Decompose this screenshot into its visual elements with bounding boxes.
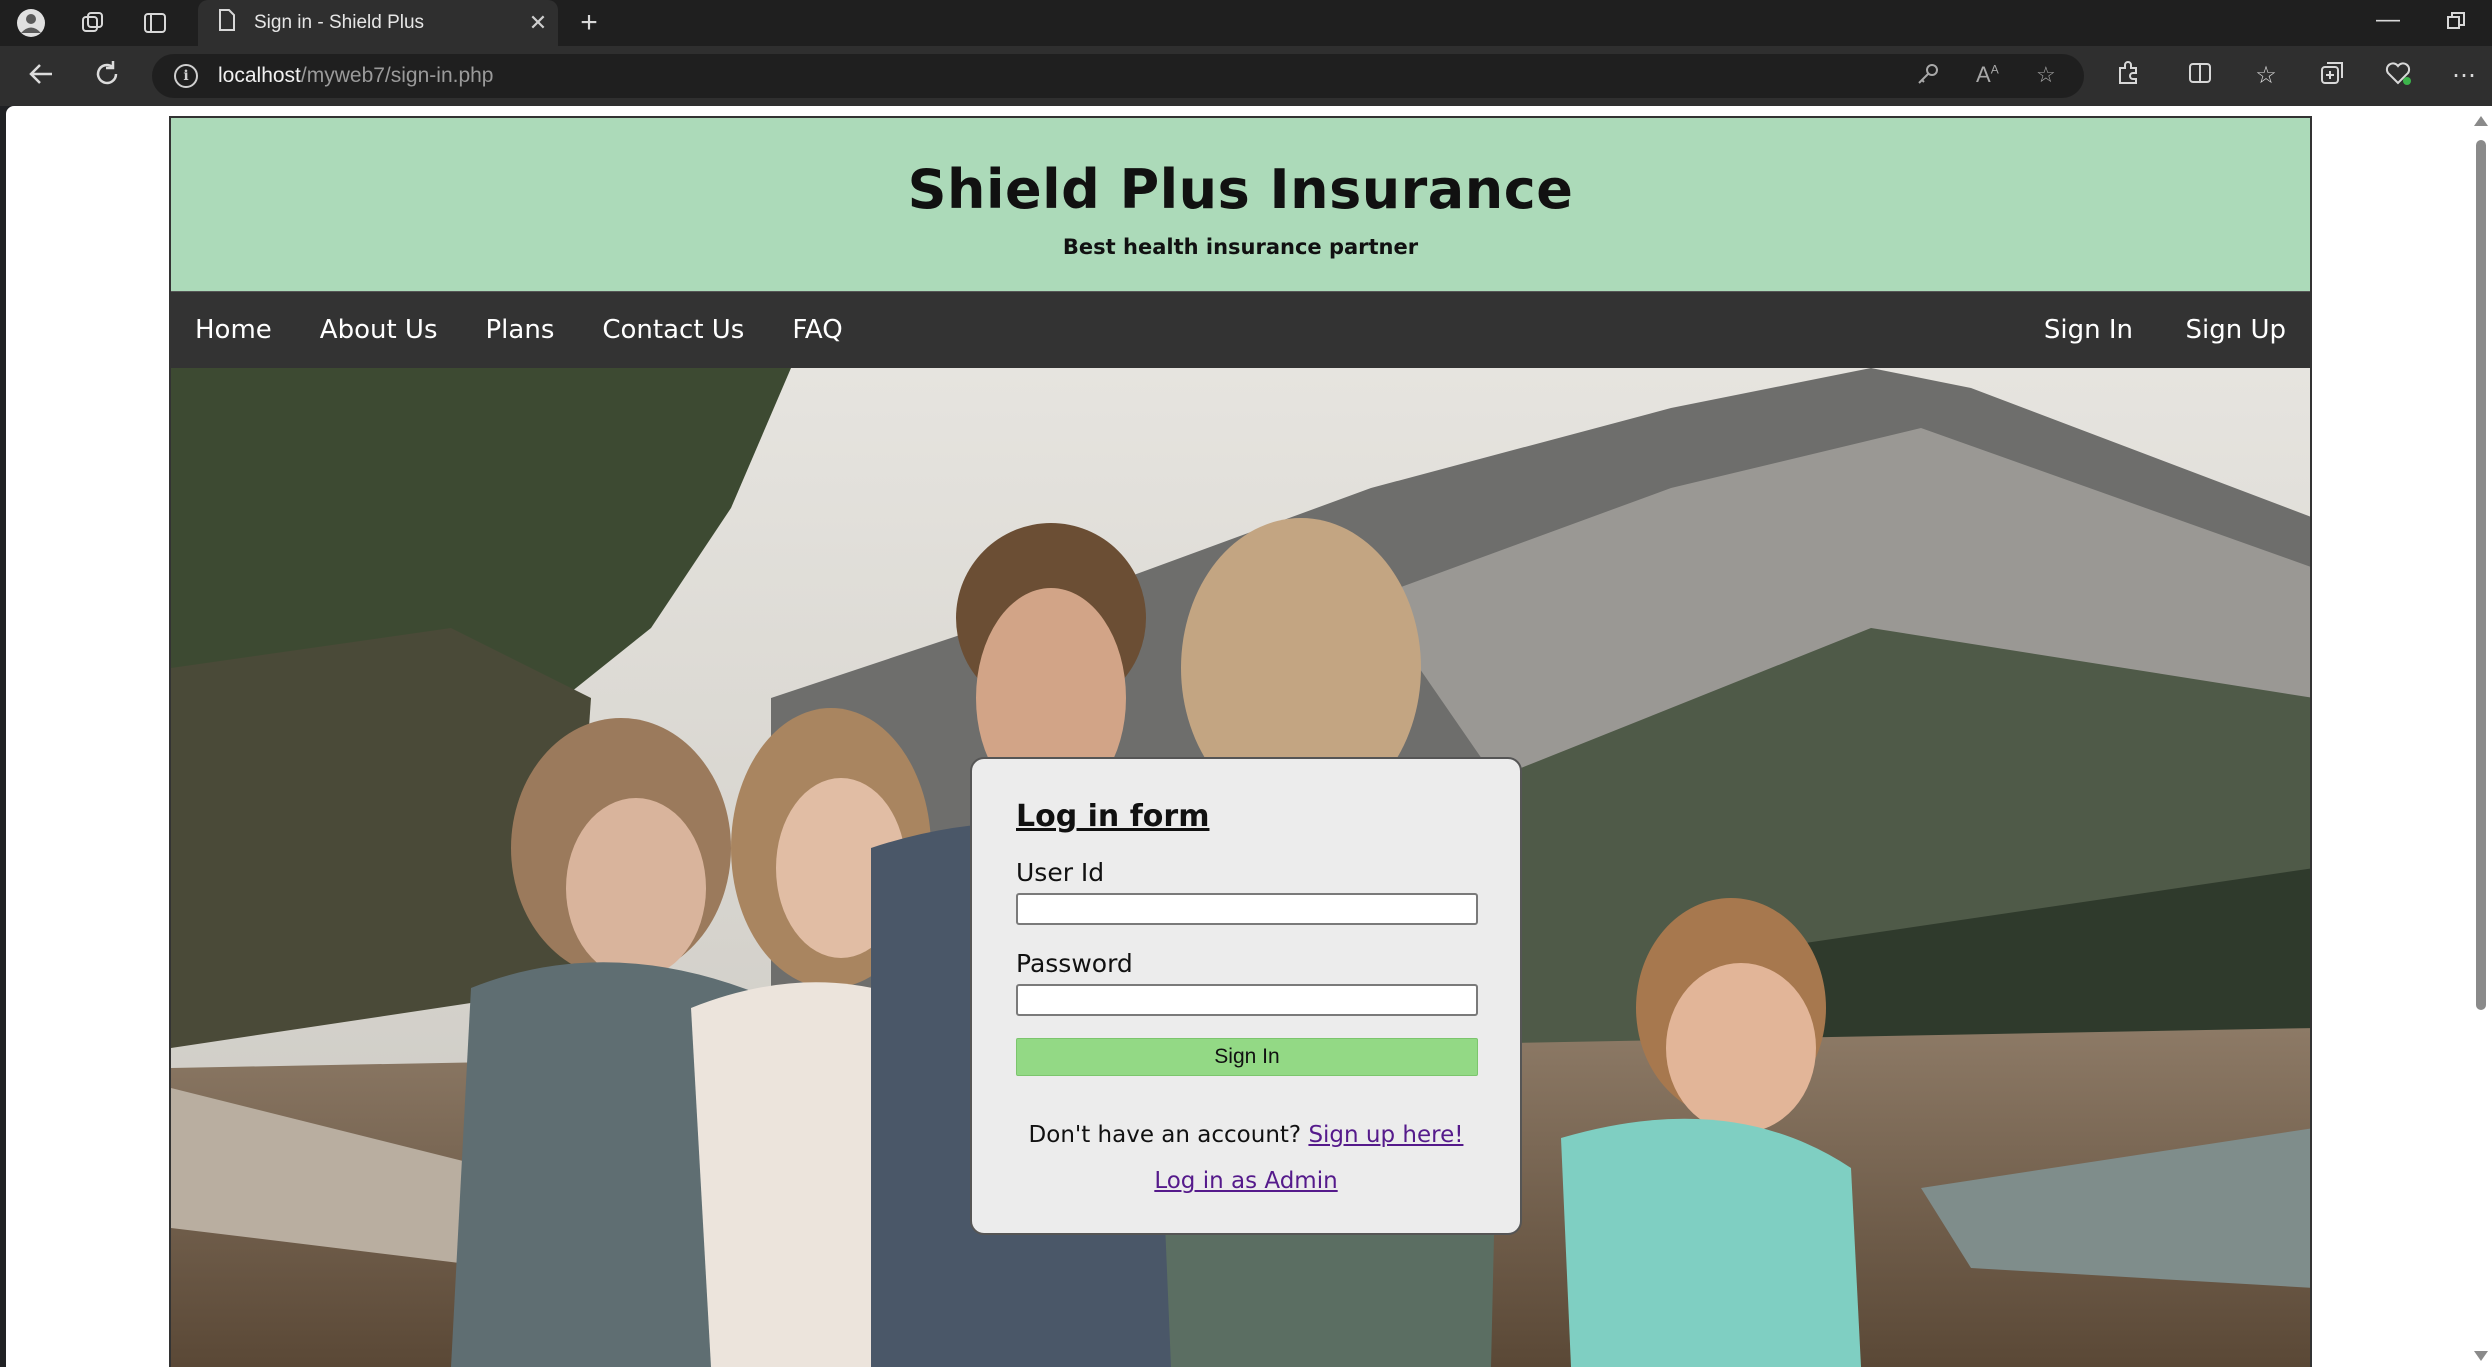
key-icon[interactable]: [1916, 62, 1940, 92]
login-form-card: Log in form User Id Password Sign In Don…: [970, 757, 1522, 1235]
browser-tab-active[interactable]: Sign in - Shield Plus ✕: [198, 0, 558, 46]
nav-about-us[interactable]: About Us: [320, 315, 438, 345]
url-text[interactable]: localhost/myweb7/sign-in.php: [218, 64, 494, 88]
scroll-up-arrow[interactable]: [2474, 116, 2488, 126]
nav-faq[interactable]: FAQ: [792, 315, 842, 345]
hero-section: Log in form User Id Password Sign In Don…: [171, 368, 2310, 1367]
password-label: Password: [1016, 949, 1133, 978]
password-input[interactable]: [1016, 984, 1478, 1016]
site-container: Shield Plus Insurance Best health insura…: [169, 116, 2312, 1367]
site-tagline: Best health insurance partner: [1062, 235, 1419, 259]
sign-up-link[interactable]: Sign up here!: [1308, 1122, 1463, 1148]
scroll-down-arrow[interactable]: [2474, 1351, 2488, 1361]
nav-sign-in[interactable]: Sign In: [2044, 315, 2133, 345]
health-icon[interactable]: [2382, 60, 2414, 92]
new-tab-icon[interactable]: +: [572, 6, 606, 40]
collections-icon[interactable]: [2316, 60, 2348, 92]
split-screen-icon[interactable]: [2184, 60, 2216, 92]
tab-actions-icon[interactable]: [140, 8, 170, 38]
refresh-icon[interactable]: [90, 59, 124, 93]
nav-contact-us[interactable]: Contact Us: [602, 315, 744, 345]
signup-prompt: Don't have an account? Sign up here!: [1016, 1122, 1476, 1148]
no-account-text: Don't have an account?: [1028, 1122, 1302, 1148]
profile-icon[interactable]: [16, 8, 46, 38]
page-scrollbar[interactable]: [2470, 106, 2492, 1367]
scroll-thumb[interactable]: [2476, 140, 2486, 1010]
info-icon[interactable]: i: [174, 64, 198, 88]
user-id-label: User Id: [1016, 858, 1105, 887]
workspaces-icon[interactable]: [78, 8, 108, 38]
nav-sign-up[interactable]: Sign Up: [2185, 315, 2286, 345]
nav-plans[interactable]: Plans: [486, 315, 555, 345]
nav-home[interactable]: Home: [195, 315, 272, 345]
close-icon[interactable]: ✕: [518, 10, 558, 36]
read-aloud-icon[interactable]: AA: [1976, 62, 1999, 88]
restore-icon[interactable]: [2446, 10, 2466, 38]
user-id-input[interactable]: [1016, 893, 1478, 925]
admin-login-row: Log in as Admin: [1016, 1168, 1476, 1194]
back-icon[interactable]: [24, 59, 58, 93]
extensions-icon[interactable]: [2112, 60, 2144, 92]
favorite-star-icon[interactable]: ☆: [2036, 62, 2056, 88]
login-form-heading: Log in form: [1016, 799, 1210, 834]
site-title: Shield Plus Insurance: [907, 158, 1574, 221]
favorites-icon[interactable]: ☆: [2250, 60, 2282, 92]
page-icon: [218, 9, 236, 37]
address-bar[interactable]: i localhost/myweb7/sign-in.php AA ☆: [152, 54, 2084, 98]
browser-tab-bar: Sign in - Shield Plus ✕ + —: [0, 0, 2492, 46]
sign-in-button[interactable]: Sign In: [1016, 1038, 1478, 1076]
site-nav: Home About Us Plans Contact Us FAQ Sign …: [171, 292, 2310, 368]
page-viewport: Shield Plus Insurance Best health insura…: [6, 106, 2492, 1367]
browser-toolbar: i localhost/myweb7/sign-in.php AA ☆ ☆ ⋯: [0, 46, 2492, 106]
admin-login-link[interactable]: Log in as Admin: [1154, 1168, 1337, 1194]
tab-title: Sign in - Shield Plus: [254, 12, 425, 33]
more-icon[interactable]: ⋯: [2448, 60, 2480, 92]
site-header: Shield Plus Insurance Best health insura…: [171, 118, 2310, 292]
minimize-icon[interactable]: —: [2376, 6, 2400, 34]
